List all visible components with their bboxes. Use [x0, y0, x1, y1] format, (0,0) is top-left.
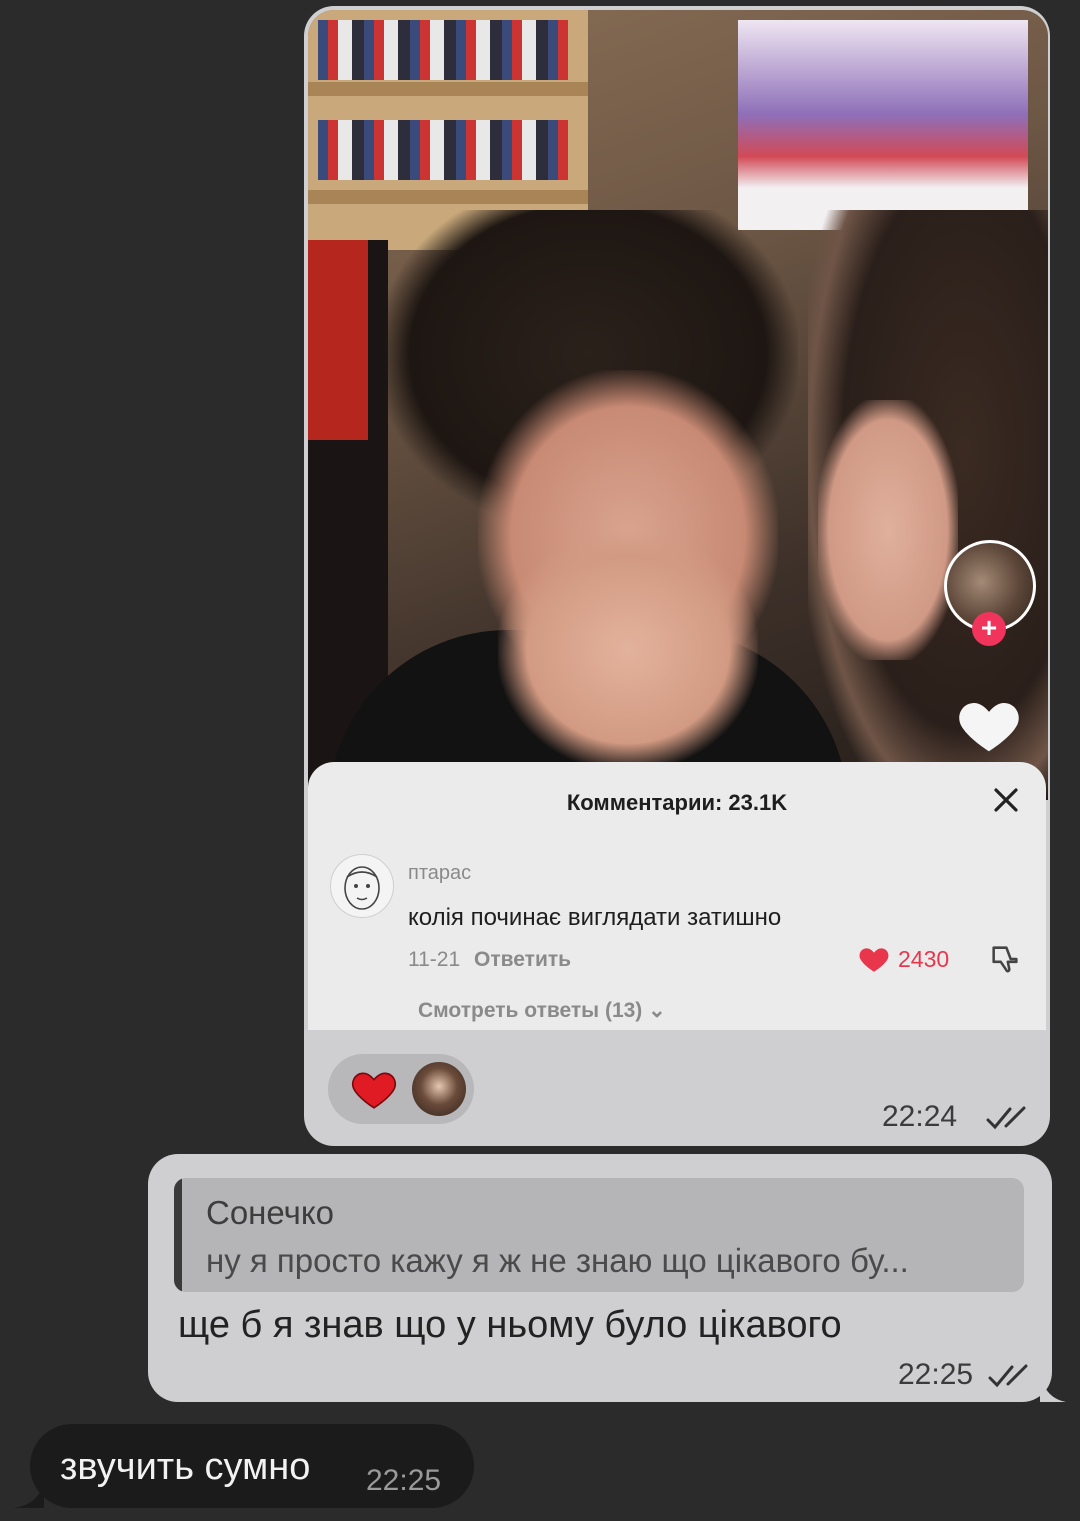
follow-plus-icon[interactable]: + — [972, 612, 1006, 646]
red-heart-reaction-icon — [351, 1072, 397, 1109]
commenter-username[interactable]: птарас — [408, 862, 471, 885]
comment-date: 11-21 — [408, 948, 461, 971]
hand — [498, 530, 758, 770]
reply-link[interactable]: Ответить — [474, 948, 571, 972]
reply-message-bubble[interactable]: Сонечко ну я просто кажу я ж не знаю що … — [148, 1154, 1052, 1402]
tiktok-comments-panel: Комментарии: 23.1K птарас колія починає … — [308, 762, 1046, 1030]
message-time: 22:24 — [882, 1100, 958, 1133]
incoming-message-bubble[interactable]: звучить сумно 22:25 — [30, 1424, 474, 1508]
view-replies-link[interactable]: Смотреть ответы (13) ⌄ — [418, 998, 666, 1023]
double-check-icon — [988, 1364, 1028, 1388]
wall-poster — [738, 20, 1028, 230]
comment-like-count: 2430 — [898, 946, 950, 972]
quoted-message[interactable]: Сонечко ну я просто кажу я ж не знаю що … — [174, 1178, 1024, 1292]
media-message-bubble[interactable]: + Комментарии: 23.1K птарас колія почина… — [304, 6, 1050, 1146]
dislike-icon[interactable] — [988, 942, 1022, 976]
reaction-pill[interactable] — [328, 1054, 474, 1124]
commenter-avatar[interactable] — [330, 854, 394, 918]
double-check-icon — [986, 1106, 1026, 1130]
message-time: 22:25 — [898, 1358, 974, 1391]
quoted-sender-name: Сонечко — [206, 1194, 335, 1231]
comments-count-title: Комментарии: 23.1K — [566, 790, 788, 815]
bubble-tail — [1040, 1372, 1066, 1402]
message-text: ще б я знав що у ньому було цікавого — [178, 1304, 842, 1346]
close-icon[interactable] — [986, 780, 1026, 820]
comment-like-heart-icon[interactable] — [856, 942, 892, 976]
quoted-text: ну я просто кажу я ж не знаю що цікавого… — [206, 1242, 909, 1279]
comment-text: колія починає виглядати затишно — [408, 904, 782, 931]
like-heart-icon[interactable] — [954, 690, 1024, 760]
message-time: 22:25 — [366, 1464, 442, 1497]
tiktok-screenshot-image[interactable]: + — [308, 10, 1048, 800]
message-text: звучить сумно — [60, 1446, 311, 1488]
reactor-avatar — [412, 1062, 466, 1116]
chevron-down-icon: ⌄ — [648, 999, 666, 1022]
